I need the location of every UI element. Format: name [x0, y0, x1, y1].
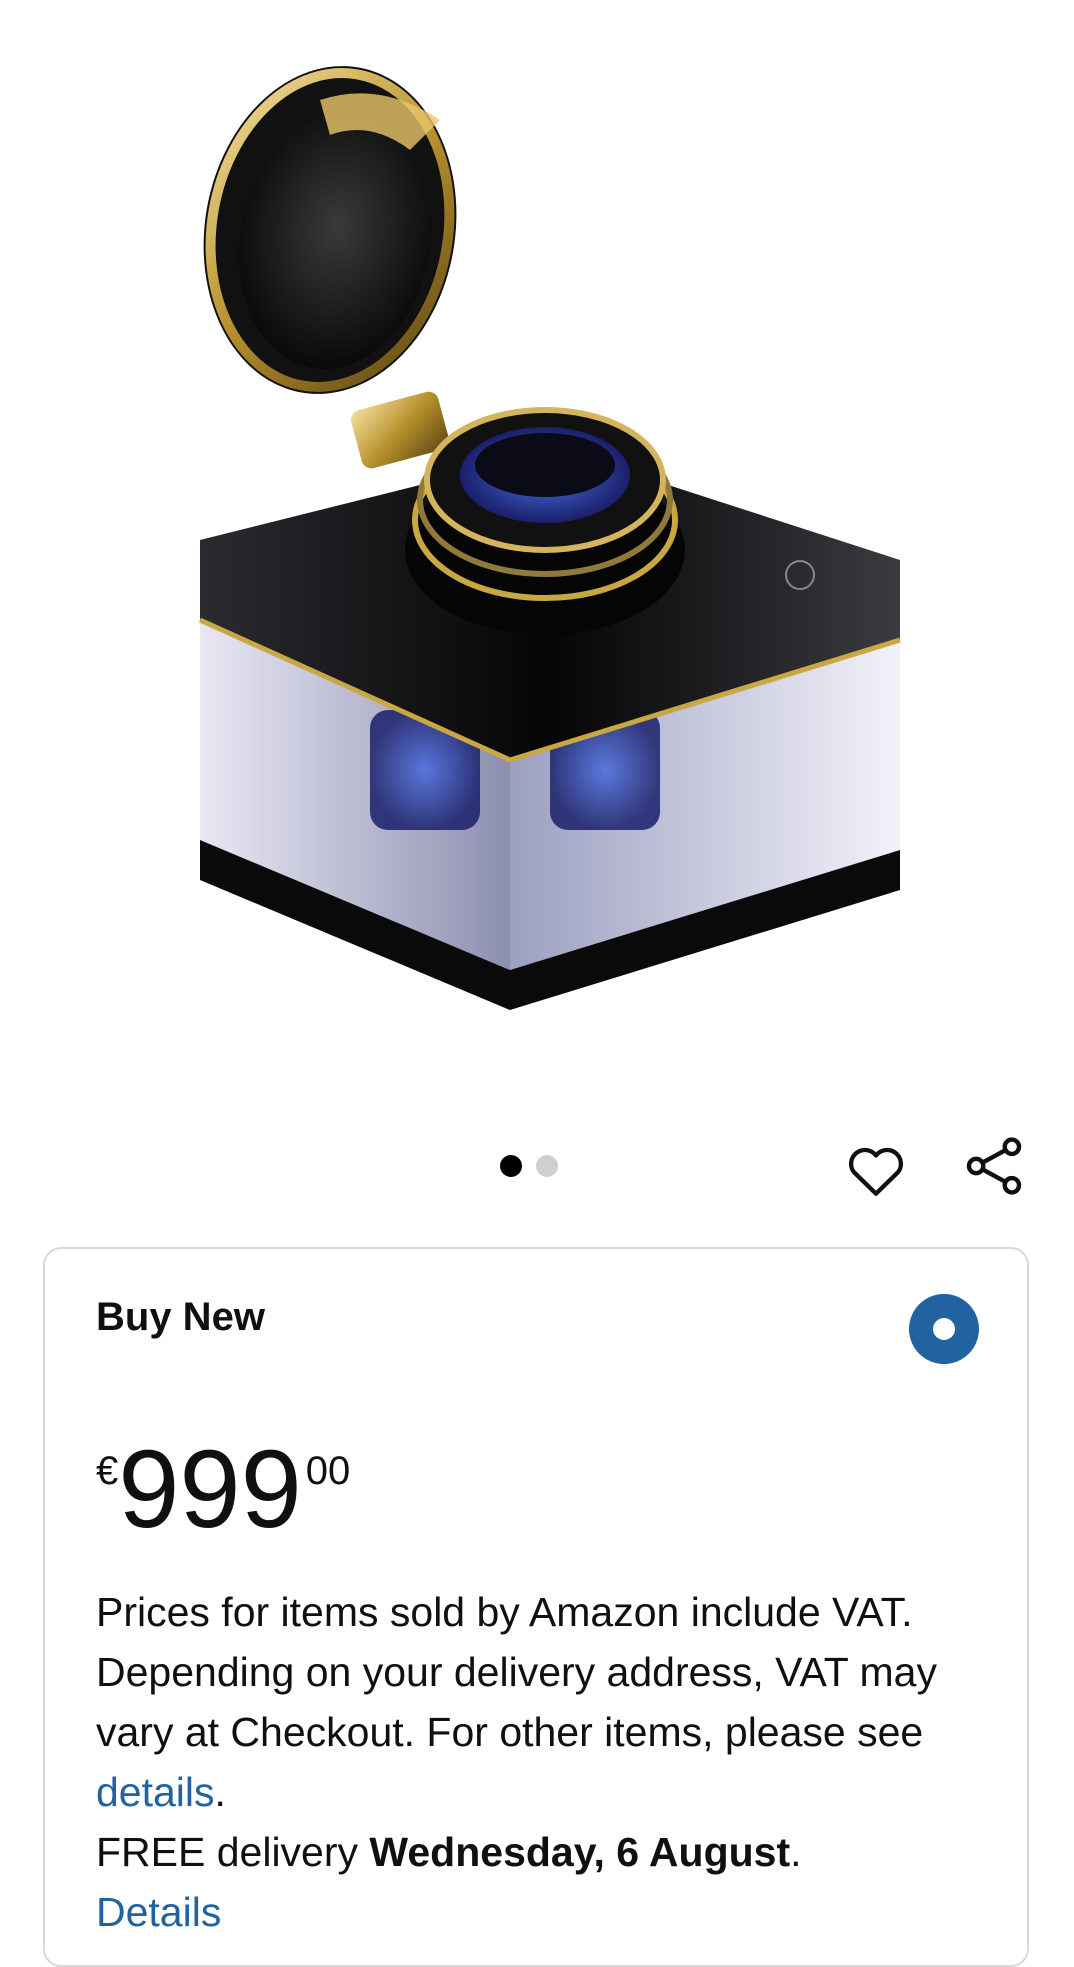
cut-off-header-text: — — — — — — — —	[80, 0, 485, 11]
price-fraction: 00	[305, 1449, 351, 1493]
share-icon	[966, 1137, 1022, 1195]
pagination-dot-inactive[interactable]	[536, 1155, 558, 1177]
buy-new-radio[interactable]	[909, 1294, 979, 1364]
delivery-end: .	[790, 1829, 802, 1875]
pagination-dot-active[interactable]	[500, 1155, 522, 1177]
share-button[interactable]	[958, 1130, 1030, 1202]
offer-title: Buy New	[96, 1295, 265, 1339]
price: € 999 00	[96, 1435, 350, 1545]
heart-icon	[848, 1147, 904, 1196]
image-pagination-dots[interactable]	[500, 1155, 558, 1177]
vat-delivery-info: Prices for items sold by Amazon include …	[96, 1582, 996, 1942]
vat-details-link[interactable]: details	[96, 1769, 215, 1815]
delivery-prefix: FREE delivery	[96, 1829, 370, 1875]
vat-text-end: .	[214, 1769, 226, 1815]
delivery-details-link[interactable]: Details	[96, 1889, 221, 1935]
radio-selected-indicator	[933, 1318, 955, 1340]
vat-text: Prices for items sold by Amazon include …	[96, 1589, 937, 1755]
product-image[interactable]	[180, 40, 920, 1020]
add-to-wishlist-button[interactable]	[840, 1135, 912, 1207]
delivery-date: Wednesday, 6 August	[369, 1829, 791, 1875]
price-whole: 999	[118, 1428, 302, 1551]
currency-symbol: €	[96, 1449, 119, 1493]
